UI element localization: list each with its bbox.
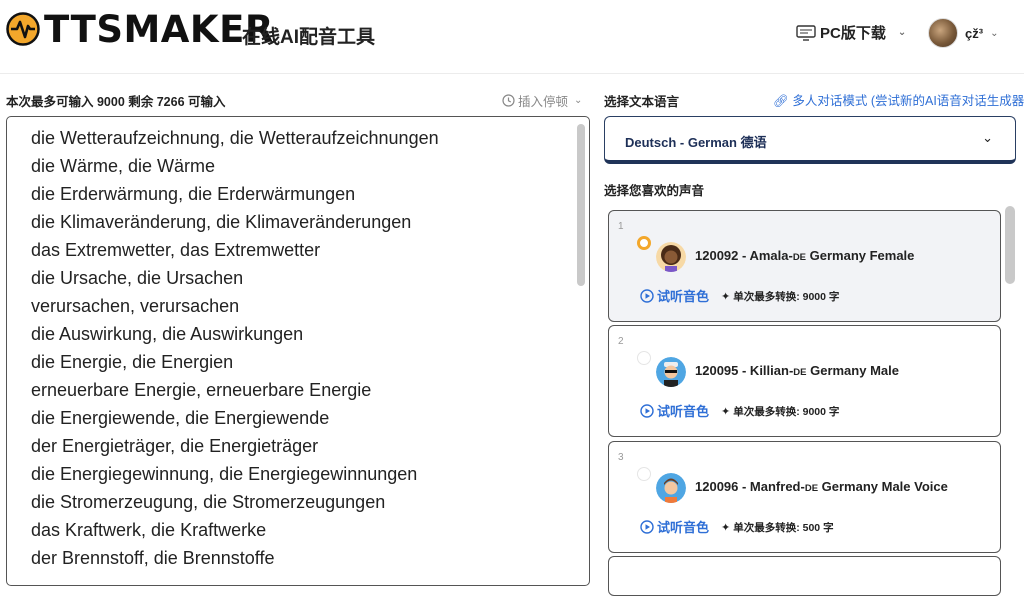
input-limit-text: 本次最多可输入 9000 剩余 7266 可输入: [6, 95, 226, 109]
text-line: das Kraftwerk, die Kraftwerke: [31, 520, 267, 540]
link-icon: 🔗︎: [773, 94, 789, 108]
text-line: verursachen, verursachen: [31, 296, 240, 316]
user-menu[interactable]: çž³ ⌄: [928, 18, 998, 48]
multi-speaker-link[interactable]: 🔗︎ 多人对话模式 (尝试新的AI语音对话生成器): [773, 90, 1024, 109]
voice-avatar: [656, 357, 686, 387]
chevron-down-icon: ⌄: [897, 27, 907, 38]
voice-card[interactable]: 2 120095 - Killian-DE Germany Male 试听音色 ✦ 单次…: [608, 325, 1001, 437]
listen-label: 试听音色: [657, 520, 710, 535]
voice-name: 120095 - Killian-DE Germany Male: [695, 363, 899, 378]
voice-card[interactable]: 3 120096 - Manfred-DE Germany Male Voice 试…: [608, 441, 1001, 553]
text-line: die Auswirkung, die Auswirkungen: [31, 324, 304, 344]
play-circle-icon: [640, 288, 654, 303]
listen-button[interactable]: 试听音色: [640, 517, 709, 536]
top-header: TTSMAKER 在线AI配音工具 PC版下载 ⌄ çž³ ⌄: [0, 0, 1024, 74]
voice-card[interactable]: 1 120092 - Amala-DE Germany Female 试听音色 ✦ 单次…: [608, 210, 1001, 322]
voice-lang-code: DE: [792, 252, 807, 263]
text-line: die Stromerzeugung, die Stromerzeugungen: [31, 492, 386, 512]
voice-avatar: [656, 242, 686, 272]
insert-pause-button[interactable]: 插入停顿 ⌄: [502, 91, 582, 110]
pc-download-menu[interactable]: PC版下载 ⌄: [796, 22, 906, 43]
text-line: die Energiewende, die Energiewende: [31, 408, 330, 428]
voice-name: 120096 - Manfred-DE Germany Male Voice: [695, 479, 948, 494]
voice-id-name: 120092 - Amala-: [695, 248, 793, 263]
conversion-limit-text: 单次最多转换: 9000 字: [733, 406, 840, 418]
text-line: die Ursache, die Ursachen: [31, 268, 244, 288]
text-line: die Erderwärmung, die Erderwärmungen: [31, 184, 356, 204]
chevron-down-icon: ⌄: [574, 95, 583, 106]
text-content: die Wetteraufzeichnung, die Wetteraufzei…: [31, 124, 439, 572]
voice-lang-code: DE: [793, 367, 807, 378]
text-line: erneuerbare Energie, erneuerbare Energie: [31, 380, 372, 400]
multi-speaker-link-text: 多人对话模式 (尝试新的AI语音对话生成器): [792, 94, 1024, 108]
voice-radio[interactable]: [637, 236, 651, 250]
header-tagline: 在线AI配音工具: [242, 27, 376, 48]
listen-button[interactable]: 试听音色: [640, 401, 709, 420]
conversion-limit-text: 单次最多转换: 500 字: [733, 522, 834, 534]
chevron-down-icon: ⌄: [990, 27, 999, 39]
voice-description: Germany Male: [806, 363, 899, 378]
text-line: die Klimaveränderung, die Klimaveränderu…: [31, 212, 412, 232]
sparkle-icon: ✦: [721, 522, 731, 534]
play-circle-icon: [640, 403, 654, 418]
conversion-limit: ✦ 单次最多转换: 9000 字: [721, 404, 839, 419]
pc-download-label: PC版下载: [820, 25, 886, 42]
voice-radio[interactable]: [637, 467, 651, 481]
monitor-icon: [796, 24, 816, 41]
language-select[interactable]: Deutsch - German 德语 ⌄: [604, 116, 1016, 164]
voice-number: 3: [618, 452, 624, 463]
voice-card[interactable]: [608, 556, 1001, 596]
text-line: die Energiegewinnung, die Energiegewinnu…: [31, 464, 418, 484]
voice-number: 1: [618, 221, 624, 232]
text-line: der Brennstoff, die Brennstoffe: [31, 548, 275, 568]
listen-label: 试听音色: [657, 404, 710, 419]
chevron-down-icon: ⌄: [982, 130, 993, 145]
voice-avatar: [656, 473, 686, 503]
voice-scrollbar[interactable]: [1005, 206, 1015, 284]
voice-label: 选择您喜欢的声音: [604, 184, 705, 198]
sparkle-icon: ✦: [721, 291, 731, 303]
conversion-limit: ✦ 单次最多转换: 500 字: [721, 520, 834, 535]
listen-label: 试听音色: [657, 289, 710, 304]
insert-pause-label: 插入停顿: [518, 95, 569, 109]
logo-waveform-icon: [6, 12, 40, 46]
text-line: die Energie, die Energien: [31, 352, 234, 372]
play-circle-icon: [640, 519, 654, 534]
text-line: das Extremwetter, das Extremwetter: [31, 240, 321, 260]
voice-id-name: 120096 - Manfred-: [695, 479, 805, 494]
user-avatar: [928, 18, 958, 48]
text-input-area[interactable]: die Wetteraufzeichnung, die Wetteraufzei…: [6, 116, 590, 586]
text-line: die Wärme, die Wärme: [31, 156, 216, 176]
voice-lang-code: DE: [804, 483, 819, 494]
listen-button[interactable]: 试听音色: [640, 286, 709, 305]
text-line: der Energieträger, die Energieträger: [31, 436, 319, 456]
username: çž³: [965, 25, 984, 41]
text-line: die Wetteraufzeichnung, die Wetteraufzei…: [31, 128, 439, 148]
sparkle-icon: ✦: [721, 406, 731, 418]
voice-name: 120092 - Amala-DE Germany Female: [695, 248, 914, 263]
voice-id-name: 120095 - Killian-: [695, 363, 794, 378]
conversion-limit-text: 单次最多转换: 9000 字: [733, 291, 840, 303]
voice-description: Germany Male Voice: [818, 479, 948, 494]
voice-description: Germany Female: [806, 248, 915, 263]
language-label: 选择文本语言: [604, 95, 680, 109]
voice-radio[interactable]: [637, 351, 651, 365]
voice-number: 2: [618, 336, 624, 347]
text-scrollbar[interactable]: [577, 124, 585, 286]
conversion-limit: ✦ 单次最多转换: 9000 字: [721, 289, 839, 304]
language-select-value: Deutsch - German 德语: [625, 135, 767, 150]
clock-icon: [502, 94, 515, 107]
logo-text[interactable]: TTSMAKER: [44, 8, 274, 51]
